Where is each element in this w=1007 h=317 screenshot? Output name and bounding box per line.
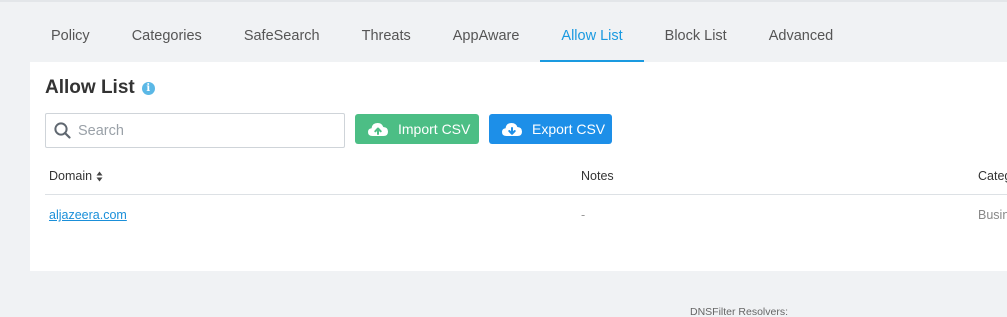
tab-categories[interactable]: Categories — [111, 12, 223, 62]
column-header-notes: Notes — [581, 169, 614, 183]
tab-safesearch[interactable]: SafeSearch — [223, 12, 341, 62]
sort-icon[interactable] — [96, 171, 103, 182]
allow-list-panel: Allow List i Import CSV Export CSV Domai… — [30, 62, 1007, 271]
category-cell: Busin — [978, 208, 1007, 222]
cloud-upload-icon — [368, 123, 388, 136]
table-header-divider — [45, 194, 1007, 195]
tab-policy[interactable]: Policy — [30, 12, 111, 62]
panel-title: Allow List — [45, 77, 135, 98]
export-csv-label: Export CSV — [532, 121, 606, 137]
search-input[interactable] — [78, 122, 318, 139]
search-icon — [54, 122, 71, 139]
tab-block-list[interactable]: Block List — [644, 12, 748, 62]
cloud-download-icon — [502, 123, 522, 136]
info-icon[interactable]: i — [141, 81, 155, 95]
footer-resolvers-label: DNSFilter Resolvers: — [690, 306, 789, 317]
import-csv-label: Import CSV — [398, 121, 471, 137]
search-box[interactable] — [45, 113, 345, 148]
tab-threats[interactable]: Threats — [341, 12, 432, 62]
panel-header: Allow List i — [45, 77, 155, 99]
policy-tabs: Policy Categories SafeSearch Threats App… — [30, 12, 854, 62]
top-divider — [0, 0, 1007, 2]
column-header-category: Categ — [978, 169, 1007, 183]
tab-appaware[interactable]: AppAware — [432, 12, 541, 62]
import-csv-button[interactable]: Import CSV — [355, 114, 479, 144]
column-header-domain-label: Domain — [49, 169, 93, 183]
domain-link[interactable]: aljazeera.com — [49, 208, 127, 222]
tab-allow-list[interactable]: Allow List — [540, 12, 644, 62]
export-csv-button[interactable]: Export CSV — [489, 114, 612, 144]
column-header-domain[interactable]: Domain — [49, 169, 103, 183]
notes-cell: - — [581, 208, 586, 222]
tab-advanced[interactable]: Advanced — [748, 12, 855, 62]
